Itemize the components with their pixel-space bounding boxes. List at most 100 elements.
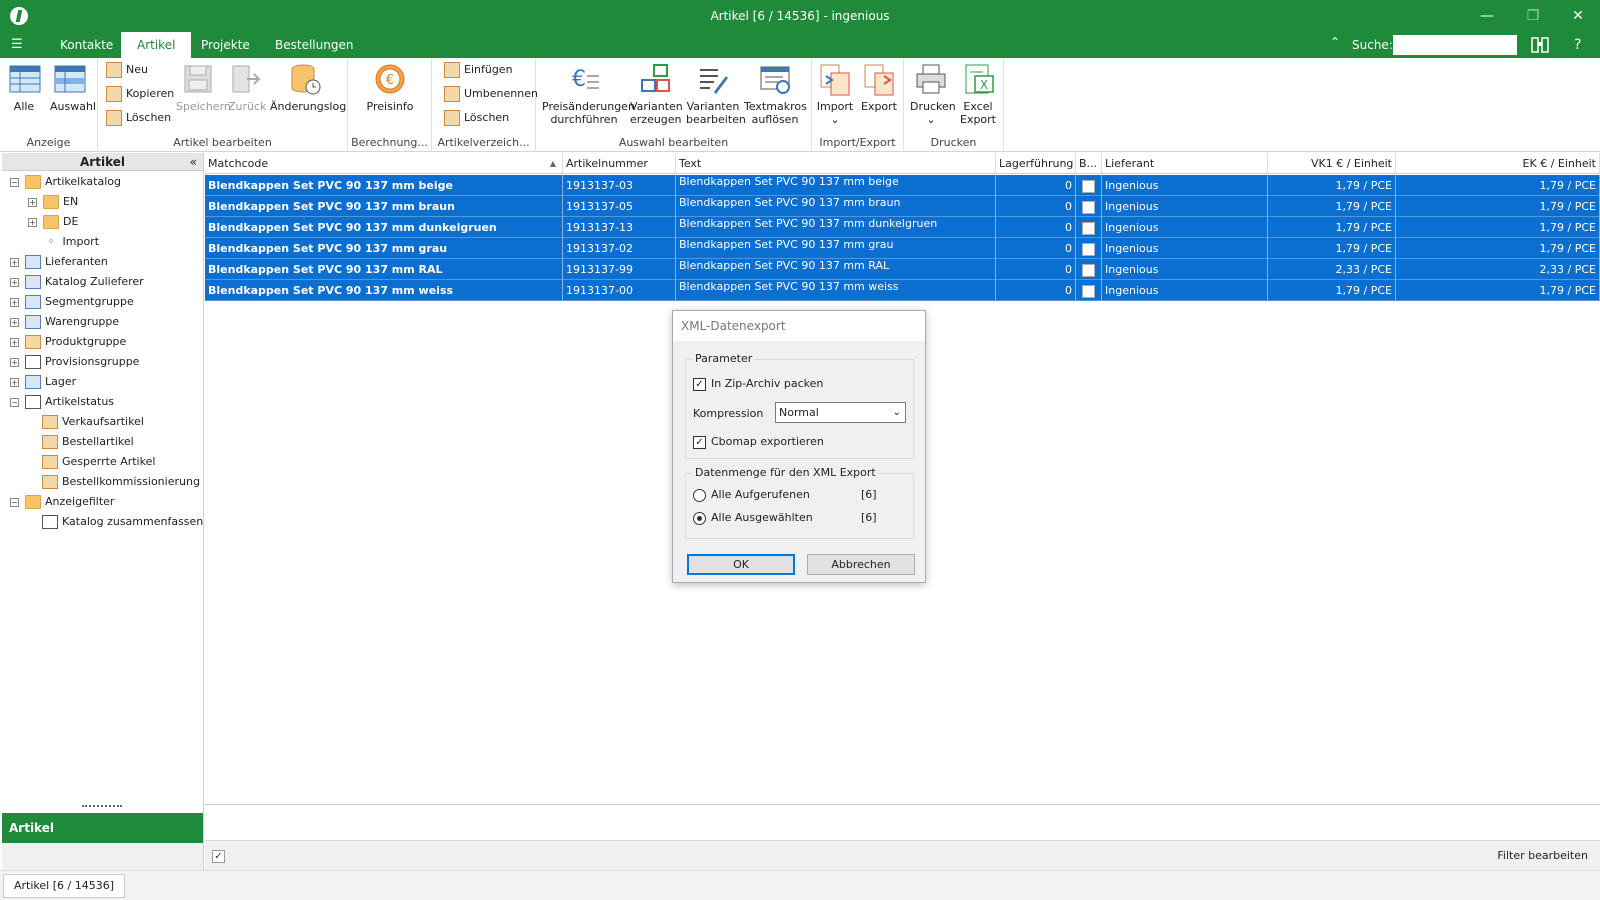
import-button[interactable]: Import ⌄	[816, 62, 854, 126]
zip-checkbox-row[interactable]: ✓ In Zip-Archiv packen	[693, 377, 823, 391]
row-checkbox[interactable]	[1082, 242, 1095, 256]
column-header-text[interactable]: Text	[676, 153, 996, 174]
close-button[interactable]: ✕	[1555, 0, 1600, 32]
document-tab-artikel[interactable]: Artikel [6 / 14536]	[3, 874, 125, 898]
search-input[interactable]	[1393, 35, 1517, 55]
loeschen-verzeichnis-button[interactable]: Löschen	[444, 108, 509, 128]
table-row[interactable]: Blendkappen Set PVC 90 137 mm dunkelgrue…	[205, 217, 1600, 238]
table-row[interactable]: Blendkappen Set PVC 90 137 mm braun 19131…	[205, 196, 1600, 217]
row-checkbox[interactable]	[1082, 263, 1095, 277]
expand-node-icon[interactable]: +	[28, 217, 37, 227]
column-header-ek[interactable]: EK € / Einheit	[1396, 153, 1600, 174]
preisinfo-button[interactable]: € Preisinfo	[364, 62, 416, 113]
collapse-sidebar-icon[interactable]: «	[190, 153, 197, 171]
row-checkbox[interactable]	[1082, 221, 1095, 235]
loeschen-button[interactable]: Löschen	[106, 108, 171, 128]
drucken-button[interactable]: Drucken ⌄	[910, 62, 956, 126]
checkbox-icon[interactable]	[42, 515, 58, 529]
expand-node-icon[interactable]: +	[10, 337, 19, 347]
row-checkbox[interactable]	[1082, 284, 1095, 298]
tree-item-anzeigefilter[interactable]: − Anzeigefilter	[10, 492, 114, 512]
table-row[interactable]: Blendkappen Set PVC 90 137 mm RAL 1913137…	[205, 259, 1600, 280]
row-checkbox[interactable]	[1082, 179, 1095, 193]
splitter-grip[interactable]	[82, 805, 122, 809]
tab-artikel[interactable]: Artikel	[121, 32, 192, 58]
aenderungslog-button[interactable]: Änderungslog	[270, 62, 346, 113]
cbomap-checkbox[interactable]: ✓	[693, 435, 706, 449]
tab-projekte[interactable]: Projekte	[185, 32, 266, 58]
tree-item-de[interactable]: + DE	[28, 212, 78, 232]
column-header-vk1[interactable]: VK1 € / Einheit	[1268, 153, 1396, 174]
umbenennen-button[interactable]: Umbenennen	[444, 84, 538, 104]
alle-button[interactable]: Alle	[8, 62, 41, 113]
minimize-button[interactable]: —	[1464, 0, 1510, 32]
tree-item-lager[interactable]: + Lager	[10, 372, 76, 392]
tree-item-verkaufsartikel[interactable]: Verkaufsartikel	[42, 412, 144, 432]
table-row[interactable]: Blendkappen Set PVC 90 137 mm beige 19131…	[205, 175, 1600, 196]
tree-item-bestellkommissionierung[interactable]: Bestellkommissionierung	[42, 472, 200, 492]
tree-item-lieferanten[interactable]: + Lieferanten	[10, 252, 108, 272]
help-button[interactable]: ?	[1574, 37, 1581, 53]
collapse-node-icon[interactable]: −	[10, 497, 19, 507]
radio-alle-aufgerufenen-row[interactable]: Alle Aufgerufenen [6]	[693, 488, 877, 502]
speichern-button[interactable]: Speichern	[176, 62, 231, 113]
expand-node-icon[interactable]: +	[10, 277, 19, 287]
tab-kontakte[interactable]: Kontakte	[44, 32, 129, 58]
column-header-b[interactable]: B...	[1076, 153, 1102, 174]
kopieren-button[interactable]: Kopieren	[106, 84, 174, 104]
table-row[interactable]: Blendkappen Set PVC 90 137 mm weiss 19131…	[205, 280, 1600, 301]
radio-alle-ausgewaehlten[interactable]	[693, 511, 706, 525]
zip-checkbox[interactable]: ✓	[693, 377, 706, 391]
filter-edit-link[interactable]: Filter bearbeiten	[1497, 849, 1588, 862]
preisaenderungen-button[interactable]: € Preisänderungen durchführen	[542, 62, 635, 126]
export-button[interactable]: Export	[860, 62, 898, 113]
tree-item-segmentgruppe[interactable]: + Segmentgruppe	[10, 292, 134, 312]
abbrechen-button[interactable]: Abbrechen	[807, 554, 915, 575]
varianten-erzeugen-button[interactable]: Varianten erzeugen	[630, 62, 683, 126]
ok-button[interactable]: OK	[687, 554, 795, 575]
collapse-node-icon[interactable]: −	[10, 397, 19, 407]
column-header-lagerfuehrung[interactable]: Lagerführung	[996, 153, 1076, 174]
expand-node-icon[interactable]: +	[10, 377, 19, 387]
column-header-artikelnummer[interactable]: Artikelnummer	[563, 153, 676, 174]
collapse-ribbon-icon[interactable]: ⌃	[1330, 35, 1340, 49]
app-menu-icon[interactable]: ☰	[11, 37, 31, 53]
auswahl-button[interactable]: Auswahl	[50, 62, 96, 113]
tree-item-artikelstatus[interactable]: − Artikelstatus	[10, 392, 114, 412]
tree-item-gesperrte-artikel[interactable]: Gesperrte Artikel	[42, 452, 155, 472]
restore-button[interactable]: ❐	[1510, 0, 1556, 32]
column-header-lieferant[interactable]: Lieferant	[1102, 153, 1268, 174]
excel-export-button[interactable]: X Excel Export	[958, 62, 998, 126]
column-header-matchcode[interactable]: Matchcode ▲	[205, 153, 563, 174]
tree-item-provisionsgruppe[interactable]: + Provisionsgruppe	[10, 352, 139, 372]
row-checkbox[interactable]	[1082, 200, 1095, 214]
expand-node-icon[interactable]: +	[10, 257, 19, 267]
tree-item-katalog-zusammenfassen[interactable]: Katalog zusammenfassen	[42, 512, 203, 532]
tree-item-import[interactable]: ◦ Import	[48, 232, 99, 252]
expand-node-icon[interactable]: +	[10, 357, 19, 367]
tree-item-artikelkatalog[interactable]: − Artikelkatalog	[10, 172, 121, 192]
binoculars-icon[interactable]	[1530, 36, 1550, 54]
collapse-node-icon[interactable]: −	[10, 177, 19, 187]
kompression-select[interactable]: Normal ⌄	[775, 402, 906, 423]
tree-item-en[interactable]: + EN	[28, 192, 78, 212]
radio-alle-ausgewaehlten-row[interactable]: Alle Ausgewählten [6]	[693, 511, 877, 525]
table-row[interactable]: Blendkappen Set PVC 90 137 mm grau 191313…	[205, 238, 1600, 259]
neu-button[interactable]: Neu	[106, 60, 148, 80]
expand-node-icon[interactable]: +	[10, 317, 19, 327]
filter-active-checkbox[interactable]: ✓	[212, 850, 225, 863]
radio-alle-aufgerufenen[interactable]	[693, 488, 706, 502]
expand-node-icon[interactable]: +	[28, 197, 37, 207]
tree-item-produktgruppe[interactable]: + Produktgruppe	[10, 332, 126, 352]
tree-item-bestellartikel[interactable]: Bestellartikel	[42, 432, 134, 452]
varianten-bearbeiten-button[interactable]: Varianten bearbeiten	[686, 62, 746, 126]
zurueck-button[interactable]: Zurück	[228, 62, 266, 113]
textmakros-button[interactable]: Textmakros auflösen	[744, 62, 807, 126]
nav-tab-artikel[interactable]: Artikel	[2, 813, 203, 843]
tab-bestellungen[interactable]: Bestellungen	[259, 32, 369, 58]
tree-item-katalog-zulieferer[interactable]: + Katalog Zulieferer	[10, 272, 144, 292]
cbomap-checkbox-row[interactable]: ✓ Cbomap exportieren	[693, 435, 824, 449]
tree-item-warengruppe[interactable]: + Warengruppe	[10, 312, 119, 332]
einfuegen-button[interactable]: Einfügen	[444, 60, 513, 80]
expand-node-icon[interactable]: +	[10, 297, 19, 307]
